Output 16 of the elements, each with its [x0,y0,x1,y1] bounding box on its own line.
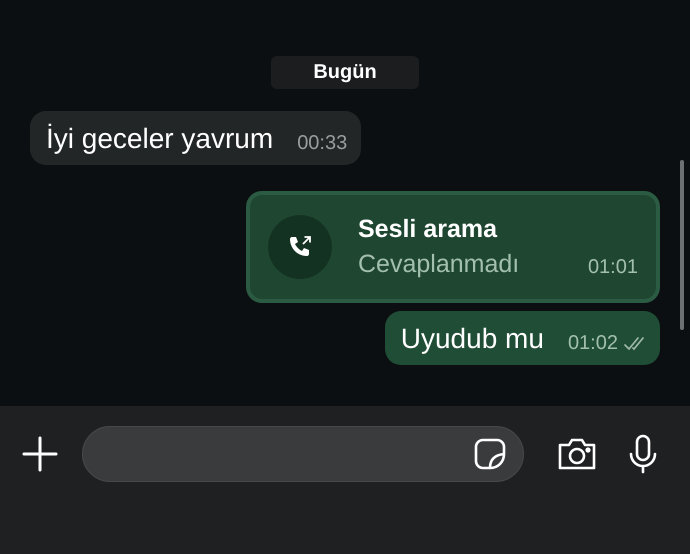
message-time: 01:02 [568,332,618,355]
scroll-bar[interactable] [680,160,684,330]
message-bubble[interactable]: İyi geceler yavrum 00:33 [30,111,362,165]
camera-icon[interactable] [556,437,598,471]
message-text: İyi geceler yavrum [46,123,274,155]
microphone-icon[interactable] [628,434,658,474]
message-time: 01:01 [588,256,638,279]
call-status: Cevaplanmadı [358,250,520,279]
sticker-icon[interactable] [473,437,507,471]
plus-icon[interactable] [22,436,58,472]
message-time: 00:33 [297,132,348,155]
call-bubble[interactable]: Sesli arama Cevaplanmadı 01:01 [246,191,660,303]
message-text: Uyudub mu [400,323,544,355]
call-title: Sesli arama [358,215,498,244]
message-bubble[interactable]: Uyudub mu 01:02 [384,311,660,365]
date-label: Bugün [271,56,419,89]
